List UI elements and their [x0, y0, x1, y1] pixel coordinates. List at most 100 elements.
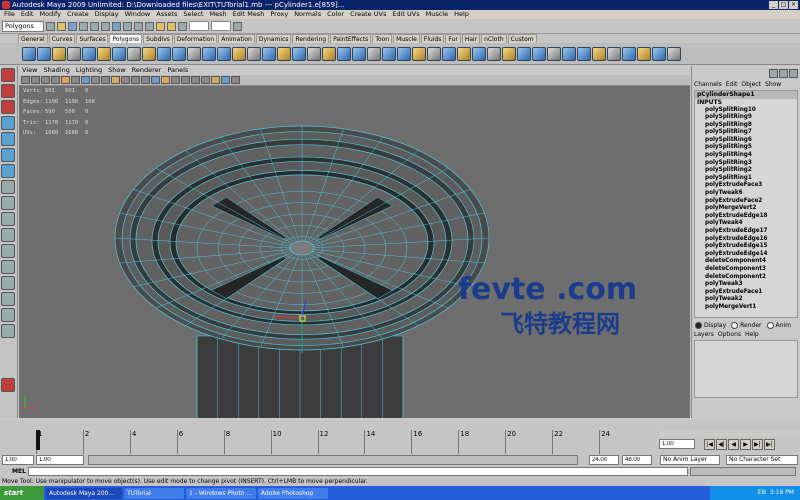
- boolean-union-icon[interactable]: [217, 46, 231, 61]
- maya-help-icon[interactable]: [1, 378, 15, 392]
- layer-menu-help[interactable]: Help: [745, 330, 759, 339]
- field-chart-icon[interactable]: [91, 76, 100, 84]
- menu-edit-mesh[interactable]: Edit Mesh: [233, 10, 265, 19]
- input-node[interactable]: polyTweak4: [695, 220, 797, 228]
- maximize-button[interactable]: □: [779, 1, 788, 9]
- menu-file[interactable]: File: [4, 10, 15, 19]
- select-component-icon[interactable]: [101, 21, 110, 31]
- last-tool-icon[interactable]: [1, 212, 15, 226]
- cleanup-icon[interactable]: [622, 46, 636, 61]
- layout-single-perspective-icon[interactable]: [1, 228, 15, 242]
- history-icon[interactable]: [667, 46, 681, 61]
- gate-mask-icon[interactable]: [81, 76, 90, 84]
- go-to-start-button[interactable]: |◀: [704, 439, 715, 450]
- wireframe-icon[interactable]: [121, 76, 130, 84]
- poly-plane-icon[interactable]: [82, 46, 96, 61]
- input-field-a[interactable]: [189, 21, 209, 31]
- shelf-tab-polygons[interactable]: Polygons: [109, 34, 143, 43]
- insert-edge-loop-icon[interactable]: [337, 46, 351, 61]
- image-plane-icon[interactable]: [41, 76, 50, 84]
- radio-anim[interactable]: Anim: [767, 321, 791, 330]
- combine-icon[interactable]: [157, 46, 171, 61]
- scale-tool-icon[interactable]: [1, 148, 15, 162]
- universal-manipulator-icon[interactable]: [1, 164, 15, 178]
- input-node[interactable]: polyExtrudeFace3: [695, 182, 797, 190]
- mirror-geometry-icon[interactable]: [262, 46, 276, 61]
- shelf-tab-hair[interactable]: Hair: [461, 34, 481, 43]
- menu-set-dropdown[interactable]: Polygons: [2, 20, 44, 32]
- menu-color[interactable]: Color: [327, 10, 344, 19]
- time-slider[interactable]: 1 2 4 6 8 10 12 14 16 18 20 22 24: [0, 430, 660, 454]
- menu-mesh[interactable]: Mesh: [209, 10, 226, 19]
- input-node[interactable]: polyMergeVert2: [695, 205, 797, 213]
- cb-menu-edit[interactable]: Edit: [726, 80, 738, 89]
- poly-cone-icon[interactable]: [67, 46, 81, 61]
- boolean-difference-icon[interactable]: [232, 46, 246, 61]
- wireframe-on-shaded-icon[interactable]: [141, 76, 150, 84]
- chamfer-icon[interactable]: [457, 46, 471, 61]
- radio-display[interactable]: Display: [695, 321, 726, 330]
- poly-cylinder-icon[interactable]: [52, 46, 66, 61]
- input-node[interactable]: polySplitRing8: [695, 122, 797, 130]
- extrude-icon[interactable]: [367, 46, 381, 61]
- mel-label[interactable]: MEL: [12, 467, 26, 476]
- current-frame-field[interactable]: [659, 439, 695, 449]
- cylindrical-map-icon[interactable]: [532, 46, 546, 61]
- shelf-tab-fluids[interactable]: Fluids: [420, 34, 445, 43]
- pick-mask-icon[interactable]: [112, 21, 121, 31]
- input-node[interactable]: polyExtrudeEdge17: [695, 228, 797, 236]
- menu-select[interactable]: Select: [183, 10, 203, 19]
- lasso-tool-icon[interactable]: [1, 84, 15, 98]
- input-node[interactable]: polyExtrudeFace1: [695, 289, 797, 297]
- vp-menu-lighting[interactable]: Lighting: [76, 66, 102, 75]
- soften-edge-icon[interactable]: [487, 46, 501, 61]
- perspective-viewport[interactable]: Verts: 601 601 0 Edges: 1190 1190 108 Faces: 59…: [19, 86, 690, 418]
- high-quality-icon[interactable]: [221, 76, 230, 84]
- safe-title-icon[interactable]: [111, 76, 120, 84]
- grid-icon[interactable]: [51, 76, 60, 84]
- shelf-tab-dynamics[interactable]: Dynamics: [255, 34, 292, 43]
- shelf-tab-ncloth[interactable]: nCloth: [481, 34, 507, 43]
- input-node[interactable]: polySplitRing3: [695, 160, 797, 168]
- step-forward-key-button[interactable]: ▶|: [752, 439, 763, 450]
- attribute-editor-icon[interactable]: [769, 68, 778, 78]
- layout-four-view-icon[interactable]: [1, 244, 15, 258]
- planar-map-icon[interactable]: [517, 46, 531, 61]
- paint-select-tool-icon[interactable]: [1, 100, 15, 114]
- input-node[interactable]: polyExtrudeEdge18: [695, 213, 797, 221]
- move-tool-icon[interactable]: [1, 116, 15, 130]
- task-photo-viewer[interactable]: 1 - Windows Photo ...: [186, 487, 256, 499]
- input-node[interactable]: polySplitRing4: [695, 152, 797, 160]
- render-settings-icon[interactable]: [178, 21, 187, 31]
- go-to-end-button[interactable]: ▶|: [764, 439, 775, 450]
- step-back-key-button[interactable]: ◀|: [716, 439, 727, 450]
- current-time-marker[interactable]: [36, 430, 40, 450]
- bookmark-icon[interactable]: [31, 76, 40, 84]
- input-node[interactable]: polySplitRing2: [695, 167, 797, 175]
- automatic-map-icon[interactable]: [562, 46, 576, 61]
- split-polygon-icon[interactable]: [322, 46, 336, 61]
- input-node[interactable]: polyMergeVert1: [695, 304, 797, 312]
- poly-sphere-icon[interactable]: [22, 46, 36, 61]
- input-node[interactable]: polySplitRing9: [695, 114, 797, 122]
- playback-start-field[interactable]: [36, 455, 84, 465]
- append-polygon-icon[interactable]: [277, 46, 291, 61]
- menu-proxy[interactable]: Proxy: [270, 10, 288, 19]
- layer-menu-options[interactable]: Options: [718, 330, 741, 339]
- input-node[interactable]: polySplitRing7: [695, 129, 797, 137]
- offset-edge-loop-icon[interactable]: [352, 46, 366, 61]
- bridge-icon[interactable]: [382, 46, 396, 61]
- radio-render[interactable]: Render: [731, 321, 761, 330]
- shelf-tab-painteffects[interactable]: PaintEffects: [330, 34, 372, 43]
- vp-menu-view[interactable]: View: [22, 66, 37, 75]
- open-scene-icon[interactable]: [57, 21, 66, 31]
- bevel-icon[interactable]: [397, 46, 411, 61]
- layer-list[interactable]: [694, 340, 798, 398]
- vp-menu-shading[interactable]: Shading: [43, 66, 69, 75]
- start-button[interactable]: start: [0, 486, 44, 500]
- input-node[interactable]: polyExtrudeEdge14: [695, 251, 797, 259]
- triangulate-icon[interactable]: [637, 46, 651, 61]
- poly-torus-icon[interactable]: [97, 46, 111, 61]
- input-node[interactable]: polyTweak3: [695, 281, 797, 289]
- menu-display[interactable]: Display: [95, 10, 119, 19]
